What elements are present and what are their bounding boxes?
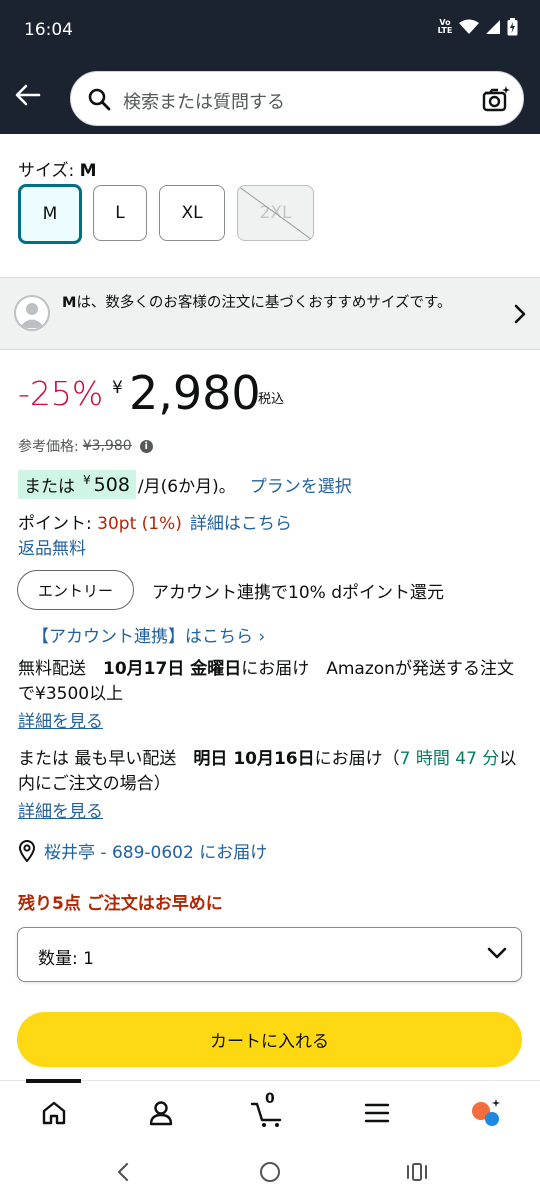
chevron-right-icon: [514, 304, 526, 324]
chevron-left-icon: [117, 1162, 129, 1182]
location-pin-icon: [18, 839, 36, 862]
nav-cart[interactable]: 0: [248, 1091, 288, 1131]
arrow-left-icon: [15, 84, 41, 106]
nav-menu[interactable]: [357, 1095, 397, 1131]
delivery-location[interactable]: 桜井亭 - 689-0602 にお届け: [18, 838, 267, 863]
standard-delivery-details-link[interactable]: 詳細を見る: [18, 707, 103, 732]
wifi-icon: [459, 19, 479, 34]
nav-home[interactable]: [34, 1095, 74, 1131]
header: 検索または質問する: [0, 62, 540, 134]
fast-delivery-details-link[interactable]: 詳細を見る: [18, 797, 103, 822]
circle-home-icon: [260, 1162, 280, 1182]
status-time: 16:04: [24, 20, 73, 40]
fast-delivery: または 最も早い配送 明日 10月16日にお届け（7 時間 47 分以内にご注文…: [18, 749, 517, 794]
points-row: ポイント: 30pt (1%) 詳細はこちら: [18, 514, 292, 534]
tax-label: 税込: [258, 392, 285, 407]
volte-icon: Vo LTE: [437, 18, 453, 35]
quantity-select[interactable]: 数量: 1: [17, 927, 522, 982]
discount-percent: -25%: [18, 374, 104, 413]
size-option-m[interactable]: M: [18, 184, 82, 244]
active-tab-indicator: [26, 1079, 81, 1083]
system-home-button[interactable]: [255, 1158, 285, 1186]
installment-badge: または ¥508: [18, 470, 136, 499]
user-icon: [149, 1101, 173, 1126]
size-recommendation-banner[interactable]: Mは、数多くのお客様の注文に基づくおすすめサイズです。: [0, 277, 540, 350]
search-input[interactable]: 検索または質問する: [70, 71, 524, 126]
account-link[interactable]: 【アカウント連携】はこちら ›: [32, 622, 265, 647]
currency-symbol: ¥: [112, 378, 123, 398]
system-nav-bar: [0, 1144, 540, 1200]
menu-icon: [364, 1103, 390, 1123]
status-bar: 16:04 Vo LTE: [0, 0, 540, 62]
size-label: サイズ: M: [18, 161, 97, 181]
system-back-button[interactable]: [108, 1158, 138, 1186]
select-plan-link[interactable]: プランを選択: [250, 472, 352, 497]
add-to-cart-button[interactable]: カートに入れる: [17, 1012, 522, 1067]
unavailable-slash-icon: [238, 186, 313, 240]
info-icon[interactable]: i: [139, 439, 153, 453]
camera-search-icon[interactable]: [481, 84, 511, 114]
back-button[interactable]: [12, 79, 44, 111]
standard-delivery: 無料配送 10月17日 金曜日にお届け Amazonが発送する注文で¥3500以…: [18, 659, 514, 704]
stock-warning: 残り5点 ご注文はお早めに: [18, 894, 223, 914]
installment-row: または ¥508 /月(6か月)。 プランを選択: [18, 470, 352, 499]
free-returns-link[interactable]: 返品無料: [18, 534, 86, 559]
system-recents-button[interactable]: [402, 1158, 432, 1186]
status-icons: Vo LTE: [437, 18, 518, 36]
entry-description: アカウント連携で10% dポイント還元: [152, 583, 444, 603]
search-icon: [88, 88, 111, 111]
battery-icon: [507, 18, 518, 36]
size-option-xl[interactable]: XL: [159, 185, 225, 241]
avatar: [14, 295, 50, 331]
size-option-l[interactable]: L: [93, 185, 147, 241]
price: 2,980: [129, 366, 261, 420]
nav-account[interactable]: [141, 1095, 181, 1131]
recommendation-text: Mは、数多くのお客様の注文に基づくおすすめサイズです。: [62, 295, 452, 311]
signal-icon: [486, 20, 500, 34]
home-icon: [42, 1101, 66, 1125]
chevron-down-icon: [487, 947, 507, 959]
entry-button[interactable]: エントリー: [17, 570, 134, 610]
search-placeholder: 検索または質問する: [123, 92, 285, 113]
list-price: 参考価格: ¥3,980 i: [18, 436, 153, 456]
recents-icon: [407, 1163, 427, 1181]
rufus-ai-icon: [472, 1099, 500, 1126]
size-option-2xl[interactable]: 2XL: [237, 185, 314, 241]
nav-rufus[interactable]: [466, 1095, 506, 1131]
bottom-nav: 0: [0, 1079, 540, 1144]
points-details-link[interactable]: 詳細はこちら: [190, 514, 292, 534]
cart-count: 0: [265, 1091, 275, 1107]
